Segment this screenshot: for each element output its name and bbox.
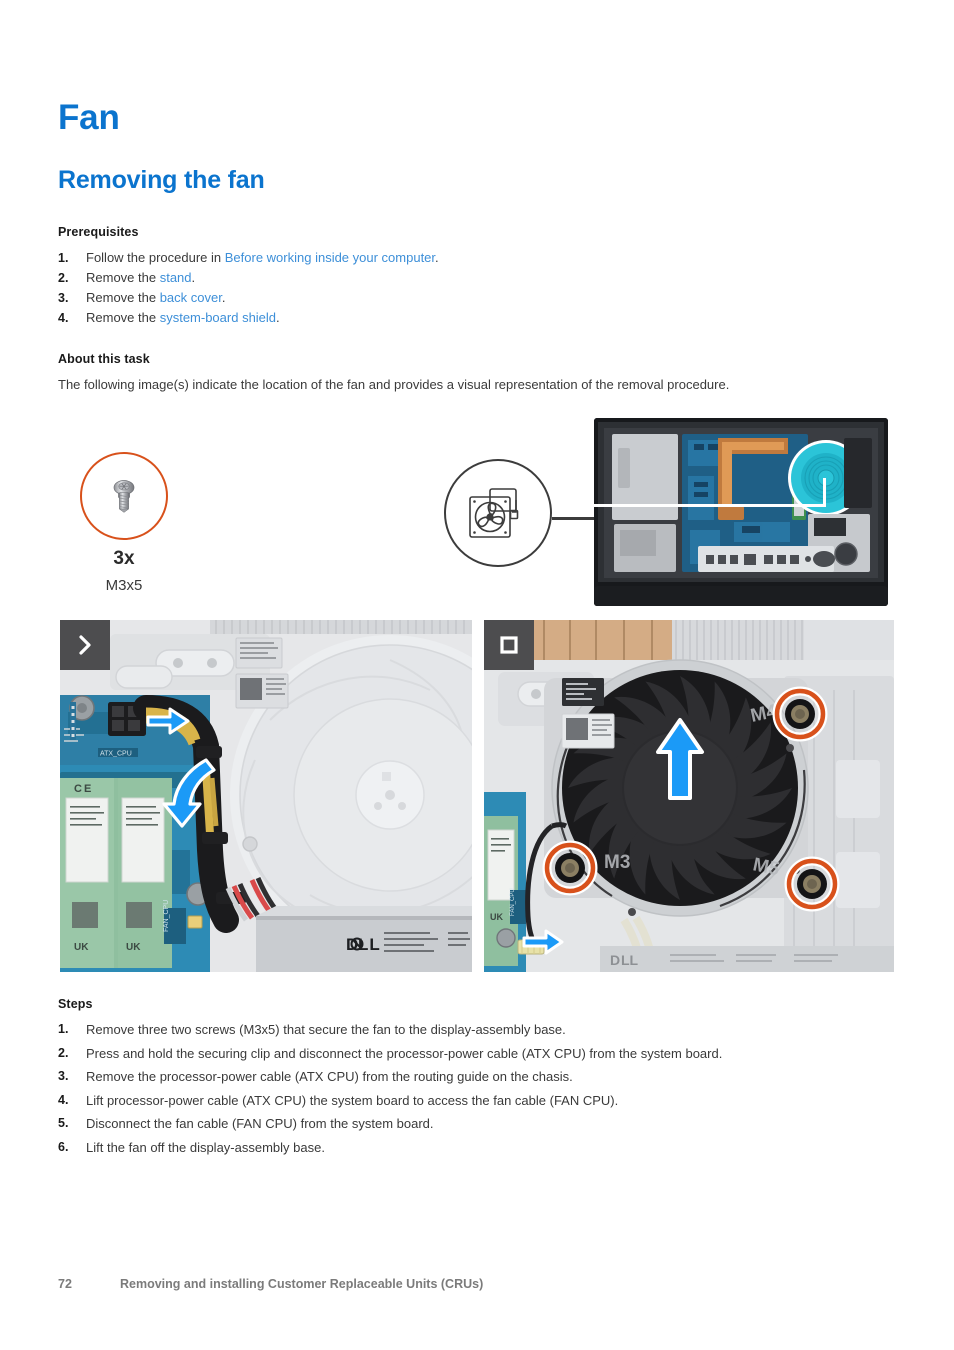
document-page: Fan Removing the fan Prerequisites 1. Fol…	[0, 0, 954, 1350]
svg-text:M3: M3	[604, 852, 630, 873]
list-text-pre: Remove the	[86, 270, 160, 285]
svg-text:D: D	[610, 952, 620, 968]
step-text: Disconnect the fan cable (FAN CPU) from …	[86, 1116, 434, 1131]
svg-text:LL: LL	[621, 952, 639, 968]
list-number: 6.	[58, 1139, 69, 1154]
list-item: 4. Lift processor-power cable (ATX CPU) t…	[58, 1089, 878, 1113]
left-photo-illustration: ATX_CPU C E UK UK FAN_CPU D LL	[60, 620, 472, 972]
square-icon	[500, 636, 518, 654]
step-text: Press and hold the securing clip and dis…	[86, 1045, 723, 1061]
svg-text:E: E	[84, 783, 91, 795]
svg-text:C: C	[74, 783, 82, 795]
footer-title: Removing and installing Customer Replace…	[120, 1277, 484, 1291]
svg-text:LL: LL	[358, 935, 381, 954]
list-text-post: .	[221, 290, 226, 305]
svg-text:ATX_CPU: ATX_CPU	[100, 751, 132, 758]
list-text-post: .	[276, 310, 280, 325]
svg-text:UK: UK	[490, 912, 503, 922]
step-text: Lift the fan off the display-assembly ba…	[86, 1139, 325, 1155]
list-item: 1. Remove three two screws (M3x5) that se…	[58, 1018, 878, 1042]
fan-screws-removal-photo: M3 M4 M5 UK FAN_CPU D LL	[484, 620, 894, 972]
chapter-title: Fan	[58, 98, 120, 137]
list-item: 6. Lift the fan off the display-assembly …	[58, 1136, 878, 1160]
list-item: 3. Remove the processor-power cable (ATX …	[58, 1065, 878, 1089]
list-item: 2. Press and hold the securing clip and d…	[58, 1042, 878, 1066]
list-item: 3. Remove the back cover.	[58, 288, 758, 308]
screw-specification: M3x5	[105, 577, 143, 594]
screw-callout-circle	[80, 452, 168, 540]
list-number: 1.	[58, 1022, 69, 1036]
prerequisites-list: 1. Follow the procedure in Before working…	[58, 248, 758, 328]
all-in-one-chassis-photo	[594, 418, 888, 606]
list-text-post: .	[191, 270, 196, 285]
step-text: Remove the processor-power cable (ATX CP…	[86, 1069, 573, 1084]
step-badge-square	[484, 620, 534, 670]
fan-callout-circle	[444, 459, 552, 567]
list-text-pre: Remove the	[86, 290, 160, 305]
right-photo-illustration: M3 M4 M5 UK FAN_CPU D LL	[484, 620, 894, 972]
list-number: 3.	[58, 1069, 69, 1083]
list-text-pre: Remove the	[86, 310, 160, 325]
about-this-task-text: The following image(s) indicate the loca…	[58, 377, 730, 392]
list-text-pre: Follow the procedure in	[86, 250, 225, 265]
cross-reference-link[interactable]: stand	[160, 270, 192, 285]
svg-text:FAN_CPU: FAN_CPU	[163, 900, 170, 932]
steps-list: 1. Remove three two screws (M3x5) that se…	[58, 1018, 878, 1159]
list-number: 2.	[58, 271, 69, 285]
cross-reference-link[interactable]: back cover	[160, 290, 222, 305]
chassis-illustration	[594, 418, 888, 606]
prerequisites-heading: Prerequisites	[58, 225, 139, 239]
cross-reference-link[interactable]: system-board shield	[160, 310, 276, 325]
steps-heading: Steps	[58, 997, 93, 1011]
about-this-task-heading: About this task	[58, 352, 150, 366]
chevron-right-icon	[79, 635, 91, 655]
screw-quantity: 3x	[113, 548, 135, 569]
list-number: 2.	[58, 1045, 69, 1060]
page-number: 72	[58, 1277, 72, 1291]
list-item: 2. Remove the stand.	[58, 268, 758, 288]
screw-icon	[113, 480, 135, 513]
list-number: 4.	[58, 1092, 69, 1107]
svg-text:FAN_CPU: FAN_CPU	[510, 888, 516, 916]
list-item: 1. Follow the procedure in Before working…	[58, 248, 758, 268]
svg-text:UK: UK	[74, 942, 89, 953]
section-title: Removing the fan	[58, 166, 265, 194]
step-text: Remove three two screws (M3x5) that secu…	[86, 1022, 566, 1037]
step-badge-chevron	[60, 620, 110, 670]
list-number: 5.	[58, 1116, 69, 1130]
step-text: Lift processor-power cable (ATX CPU) the…	[86, 1092, 619, 1108]
list-item: 4. Remove the system-board shield.	[58, 308, 758, 328]
cross-reference-link[interactable]: Before working inside your computer	[225, 250, 435, 265]
list-text-post: .	[435, 250, 439, 265]
list-number: 4.	[58, 311, 69, 325]
fan-icon	[469, 488, 519, 538]
fan-cable-disconnect-photo: ATX_CPU C E UK UK FAN_CPU D LL	[60, 620, 472, 972]
svg-text:UK: UK	[126, 942, 141, 953]
list-item: 5. Disconnect the fan cable (FAN CPU) fro…	[58, 1112, 878, 1136]
list-number: 3.	[58, 291, 69, 305]
list-number: 1.	[58, 251, 69, 265]
